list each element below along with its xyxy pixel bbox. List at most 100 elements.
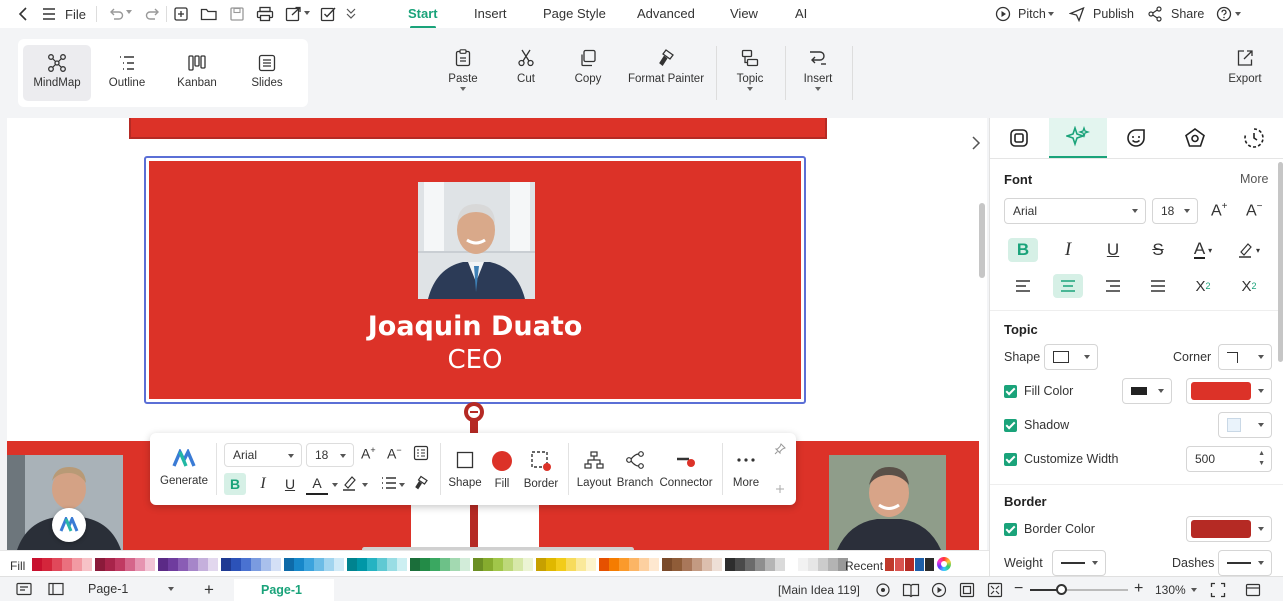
color-swatch[interactable] — [334, 558, 344, 571]
color-swatch[interactable] — [672, 558, 682, 571]
color-swatch[interactable] — [367, 558, 377, 571]
page-list-icon[interactable] — [16, 582, 32, 596]
list-dropdown-icon[interactable] — [399, 483, 405, 487]
bold-icon[interactable]: B — [224, 473, 246, 495]
border-button[interactable]: Border — [520, 450, 562, 490]
color-swatch[interactable] — [450, 558, 460, 571]
color-swatch[interactable] — [105, 558, 115, 571]
color-swatch[interactable] — [586, 558, 596, 571]
color-swatch[interactable] — [241, 558, 251, 571]
undo-icon[interactable] — [108, 6, 124, 22]
panel-increase-font-icon[interactable]: A+ — [1211, 201, 1228, 220]
print-icon[interactable] — [256, 6, 274, 22]
dashes-select[interactable] — [1218, 550, 1272, 576]
checkbox-task-icon[interactable] — [320, 6, 338, 22]
ai-assistant-icon[interactable] — [52, 508, 86, 542]
color-swatch[interactable] — [556, 558, 566, 571]
color-swatch[interactable] — [712, 558, 722, 571]
color-swatch[interactable] — [828, 558, 838, 571]
color-swatch[interactable] — [483, 558, 493, 571]
font-color-icon[interactable]: A — [306, 473, 328, 495]
tab-sticker[interactable] — [1107, 118, 1165, 158]
page-panel-icon[interactable] — [48, 582, 64, 596]
color-swatch[interactable] — [755, 558, 765, 571]
panel-strikethrough-icon[interactable]: S — [1143, 238, 1173, 262]
increase-font-icon[interactable]: A+ — [361, 445, 376, 462]
page-tab-active[interactable]: Page-1 — [261, 583, 302, 597]
collapse-toolbar-icon[interactable] — [774, 483, 786, 495]
focus-mode-icon[interactable] — [875, 582, 891, 598]
shape-button[interactable]: Shape — [446, 451, 484, 489]
cut-button[interactable]: Cut — [514, 48, 538, 85]
file-menu[interactable]: File — [65, 7, 86, 22]
view-slides-button[interactable]: Slides — [233, 45, 301, 101]
customize-width-checkbox[interactable] — [1004, 453, 1017, 466]
text-box-icon[interactable] — [413, 445, 429, 461]
export-share-icon[interactable] — [285, 6, 303, 22]
main-topic-name[interactable]: Joaquin Duato — [149, 311, 801, 342]
share-icon[interactable] — [1147, 6, 1163, 22]
color-swatch[interactable] — [735, 558, 745, 571]
panel-expand-icon[interactable] — [967, 128, 985, 158]
pitch-button[interactable]: Pitch — [1018, 7, 1046, 21]
tab-ai-sparkle[interactable] — [1049, 118, 1107, 158]
superscript-icon[interactable]: X2 — [1188, 274, 1218, 298]
vertical-scrollbar[interactable] — [979, 203, 985, 278]
align-justify-icon[interactable] — [1143, 274, 1173, 298]
color-swatch[interactable] — [198, 558, 208, 571]
color-swatch[interactable] — [52, 558, 62, 571]
zoom-slider-thumb[interactable] — [1056, 584, 1067, 595]
color-swatch[interactable] — [178, 558, 188, 571]
tab-view[interactable]: View — [730, 6, 758, 21]
color-swatch[interactable] — [619, 558, 629, 571]
tab-start[interactable]: Start — [408, 6, 438, 29]
panel-italic-icon[interactable]: I — [1053, 238, 1083, 262]
insert-button[interactable]: Insert — [802, 48, 834, 91]
width-stepper-icon[interactable]: ▲ ▼ — [1258, 449, 1265, 469]
pitch-icon[interactable] — [995, 6, 1011, 22]
shape-select[interactable] — [1044, 344, 1098, 370]
color-swatch[interactable] — [662, 558, 672, 571]
parent-topic-node[interactable] — [129, 118, 827, 139]
color-swatch[interactable] — [702, 558, 712, 571]
color-swatch[interactable] — [324, 558, 334, 571]
recent-color-swatch[interactable] — [915, 558, 924, 571]
color-swatch[interactable] — [513, 558, 523, 571]
align-left-icon[interactable] — [1008, 274, 1038, 298]
layout-button[interactable]: Layout — [574, 451, 614, 489]
shadow-select[interactable] — [1218, 412, 1272, 438]
fit-page-icon[interactable] — [959, 582, 975, 598]
color-swatch[interactable] — [430, 558, 440, 571]
color-swatch[interactable] — [261, 558, 271, 571]
color-swatch[interactable] — [158, 558, 168, 571]
color-swatch[interactable] — [566, 558, 576, 571]
zoom-level[interactable]: 130% — [1155, 583, 1186, 597]
color-swatch[interactable] — [188, 558, 198, 571]
redo-icon[interactable] — [145, 6, 161, 22]
color-wheel-icon[interactable] — [937, 557, 951, 571]
recent-color-swatch[interactable] — [905, 558, 914, 571]
subscript-icon[interactable]: X2 — [1234, 274, 1264, 298]
color-swatch[interactable] — [208, 558, 218, 571]
color-swatch[interactable] — [765, 558, 775, 571]
color-swatch[interactable] — [546, 558, 556, 571]
topic-button[interactable]: Topic — [734, 48, 766, 91]
color-swatch[interactable] — [523, 558, 533, 571]
font-size-select[interactable]: 18 — [306, 443, 354, 467]
tab-style[interactable] — [990, 118, 1048, 158]
pin-icon[interactable] — [774, 443, 786, 455]
color-swatch[interactable] — [649, 558, 659, 571]
hamburger-menu-icon[interactable] — [42, 7, 56, 21]
fill-color-picker[interactable] — [1186, 378, 1272, 404]
panel-font-color-icon[interactable]: A ▾ — [1188, 238, 1218, 262]
share-button[interactable]: Share — [1171, 7, 1204, 21]
border-color-checkbox[interactable] — [1004, 523, 1017, 536]
back-icon[interactable] — [17, 6, 31, 22]
connector-button[interactable]: Connector — [656, 451, 716, 489]
color-swatch[interactable] — [775, 558, 785, 571]
color-swatch[interactable] — [221, 558, 231, 571]
view-mindmap-button[interactable]: MindMap — [23, 45, 91, 101]
panel-bold-icon[interactable]: B — [1008, 238, 1038, 262]
zoom-dropdown-icon[interactable] — [1191, 588, 1197, 592]
font-color-dropdown-icon[interactable] — [332, 483, 338, 487]
